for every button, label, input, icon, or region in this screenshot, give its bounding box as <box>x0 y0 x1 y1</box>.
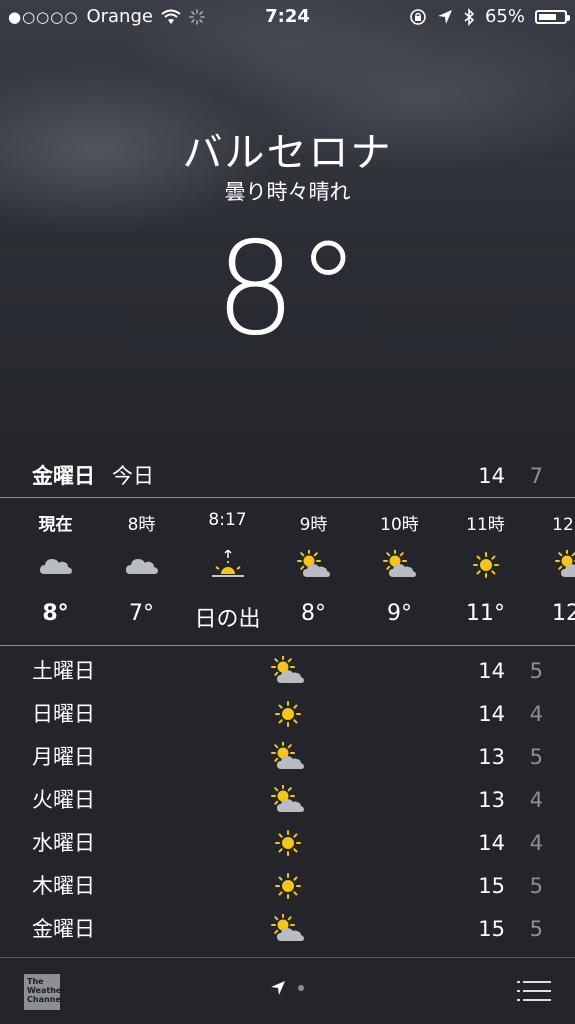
partly-cloudy-icon <box>270 784 306 815</box>
day-low: 4 <box>529 702 543 726</box>
hour-temperature: 9° <box>387 601 412 626</box>
hour-temperature: 11° <box>466 601 505 626</box>
sun-icon <box>270 699 306 729</box>
day-high: 15 <box>478 874 505 898</box>
day-name: 木曜日 <box>32 874 95 898</box>
page-dot <box>298 985 304 991</box>
daily-row: 水曜日 14 4 <box>0 822 575 865</box>
daily-forecast[interactable]: 土曜日 14 5 日曜日 14 4 月曜日 13 5 火曜日 13 4 水曜日 14 4… <box>0 650 575 951</box>
day-name: 土曜日 <box>32 659 95 683</box>
daily-row: 木曜日 15 5 <box>0 865 575 908</box>
hour-time: 8:17 <box>208 510 247 530</box>
partly-cloudy-icon <box>554 549 575 580</box>
partly-cloudy-icon <box>382 549 418 580</box>
divider <box>0 645 575 646</box>
weather-condition: 曇り時々晴れ <box>224 180 351 204</box>
day-low: 4 <box>529 831 543 855</box>
daily-row: 日曜日 14 4 <box>0 693 575 736</box>
hourly-forecast[interactable]: 現在 8° 8時 7° 8:17 日の出 9時 8° 10時 9° 11時 11° 12時 <box>0 498 575 644</box>
bluetooth-icon <box>464 8 475 26</box>
city-list-icon[interactable] <box>517 980 551 1002</box>
partly-cloudy-icon <box>296 549 332 580</box>
daily-row: 火曜日 13 4 <box>0 779 575 822</box>
cloud-icon <box>38 550 74 580</box>
location-arrow-icon <box>271 981 285 995</box>
day-low: 5 <box>529 659 543 683</box>
daily-row: 月曜日 13 5 <box>0 736 575 779</box>
day-high: 14 <box>478 831 505 855</box>
today-high: 14 <box>478 464 505 488</box>
hour-temperature: 8° <box>301 601 326 626</box>
day-high: 15 <box>478 917 505 941</box>
day-name: 火曜日 <box>32 788 95 812</box>
battery-percentage: 65% <box>484 6 525 27</box>
orientation-lock-icon <box>410 9 426 25</box>
day-high: 13 <box>478 788 505 812</box>
hour-temperature: 7° <box>129 601 154 626</box>
partly-cloudy-icon <box>270 655 306 686</box>
day-high: 14 <box>478 702 505 726</box>
sun-icon <box>468 550 504 580</box>
daily-row: 金曜日 15 5 <box>0 908 575 951</box>
daily-row: 土曜日 14 5 <box>0 650 575 693</box>
hour-temperature: 12° <box>552 601 575 626</box>
day-low: 5 <box>529 874 543 898</box>
today-low: 7 <box>529 464 543 488</box>
footer-bar: The Weather Channel <box>0 957 575 1024</box>
hour-time: 12時 <box>552 515 575 535</box>
partly-cloudy-icon <box>270 741 306 772</box>
status-bar: ●○○○○ Orange 7:24 65% <box>0 0 575 34</box>
day-low: 5 <box>529 917 543 941</box>
day-low: 5 <box>529 745 543 769</box>
hour-temperature: 8° <box>42 601 69 626</box>
hour-temperature: 日の出 <box>194 607 261 632</box>
partly-cloudy-icon <box>270 913 306 944</box>
today-summary: 金曜日 今日 14 7 <box>0 455 575 497</box>
day-name: 月曜日 <box>32 745 95 769</box>
day-name: 金曜日 <box>32 917 95 941</box>
hour-time: 11時 <box>466 515 505 535</box>
today-label: 今日 <box>112 464 154 488</box>
weather-channel-logo[interactable]: The Weather Channel <box>24 974 65 1010</box>
sun-icon <box>270 828 306 858</box>
sun-icon <box>270 871 306 901</box>
hour-time: 9時 <box>299 515 328 535</box>
location-arrow-icon <box>437 10 452 24</box>
hour-time: 8時 <box>127 515 156 535</box>
day-name: 日曜日 <box>32 702 95 726</box>
battery-icon <box>535 10 570 24</box>
today-day: 金曜日 <box>32 464 95 488</box>
current-temperature: 8° <box>214 215 361 364</box>
hour-time: 10時 <box>380 515 419 535</box>
cloud-icon <box>124 550 160 580</box>
day-high: 14 <box>478 659 505 683</box>
sunrise-icon <box>210 548 246 580</box>
hour-time: 現在 <box>38 515 73 535</box>
page-indicator[interactable] <box>270 980 304 996</box>
city-name: バルセロナ <box>182 130 393 176</box>
day-name: 水曜日 <box>32 831 95 855</box>
day-low: 4 <box>529 788 543 812</box>
day-high: 13 <box>478 745 505 769</box>
